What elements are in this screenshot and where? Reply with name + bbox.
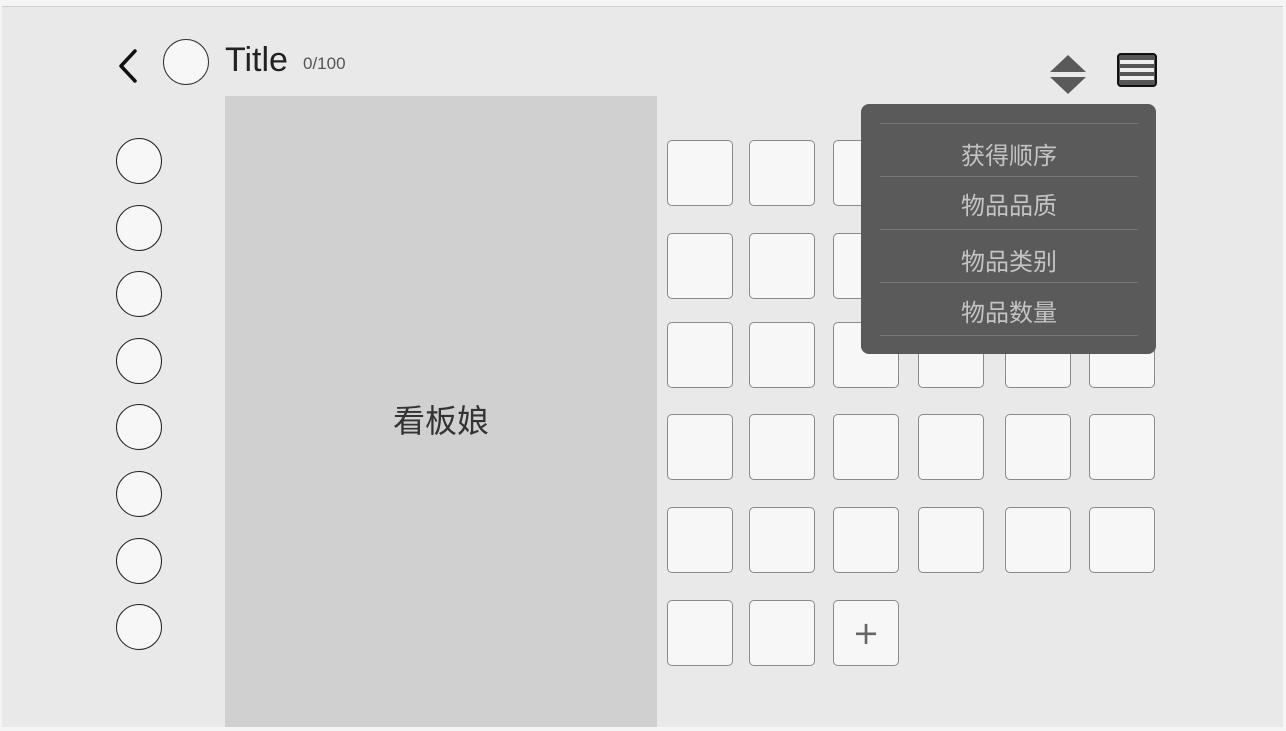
dropdown-divider [880,229,1138,230]
item-counter: 0/100 [303,54,346,73]
inventory-slot[interactable] [1089,507,1155,573]
inventory-slot[interactable] [667,414,733,480]
inventory-slot[interactable] [667,233,733,299]
inventory-slot[interactable] [1005,414,1071,480]
plus-icon: + [852,614,880,652]
dropdown-divider [880,176,1138,177]
back-button[interactable] [110,44,146,88]
inventory-slot[interactable] [667,140,733,206]
page-title: Title [225,41,288,79]
sort-option-quality[interactable]: 物品品质 [880,186,1138,226]
inventory-slot[interactable] [749,233,815,299]
inventory-slot[interactable] [833,507,899,573]
sort-option-quantity[interactable]: 物品数量 [880,293,1138,333]
dropdown-divider [880,335,1138,336]
chevron-left-icon [119,49,137,83]
sidebar-item[interactable] [116,204,162,251]
inventory-slot[interactable] [749,507,815,573]
mascot-label: 看板娘 [392,402,489,440]
inventory-slot[interactable] [667,507,733,573]
dropdown-divider [880,123,1138,124]
sidebar-item[interactable] [116,537,162,584]
sort-updown-icon [1050,55,1086,94]
dropdown-divider [880,282,1138,283]
inventory-slot[interactable] [833,414,899,480]
sort-dropdown: 获得顺序 物品品质 物品类别 物品数量 [861,104,1156,354]
avatar[interactable] [163,39,209,85]
inventory-slot[interactable] [749,414,815,480]
category-sidebar [116,138,164,671]
sidebar-item[interactable] [116,138,162,184]
inventory-slot[interactable] [667,600,733,666]
inventory-slot[interactable] [749,140,815,206]
hamburger-menu-icon [1117,53,1157,87]
inventory-slot[interactable] [749,600,815,666]
add-item-button[interactable]: + [833,600,899,666]
sort-option-acquire-order[interactable]: 获得顺序 [880,136,1138,176]
inventory-slot[interactable] [1005,507,1071,573]
sort-option-category[interactable]: 物品类别 [880,242,1138,282]
inventory-slot[interactable] [1089,414,1155,480]
sidebar-item[interactable] [116,337,162,384]
mascot-panel: 看板娘 [225,96,657,727]
inventory-slot[interactable] [918,414,984,480]
sort-button[interactable] [1048,53,1088,95]
inventory-slot[interactable] [918,507,984,573]
inventory-slot[interactable] [749,322,815,388]
sidebar-item[interactable] [116,271,162,318]
menu-button[interactable] [1117,53,1157,87]
sidebar-item[interactable] [116,404,162,451]
inventory-slot[interactable] [667,322,733,388]
app-window: Title 0/100 看板娘 + 获得顺序 物品品质 物品类别 物品数量 [2,6,1283,727]
sidebar-item[interactable] [116,604,162,651]
sidebar-item[interactable] [116,470,162,517]
